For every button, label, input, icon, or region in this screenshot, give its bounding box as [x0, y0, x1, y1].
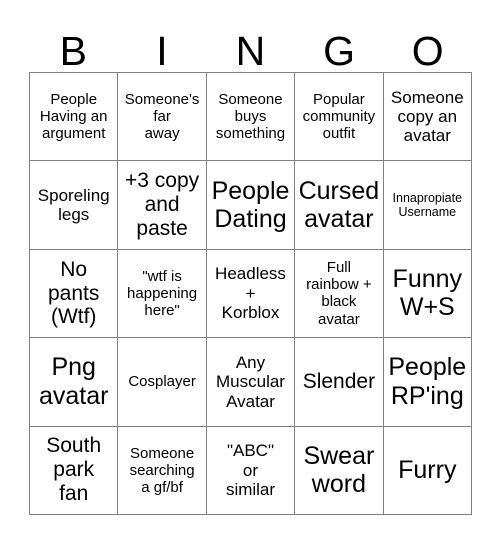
bingo-cell-r5c2[interactable]: Someone searching a gf/bf [118, 426, 207, 515]
bingo-cell-label: Sporeling legs [37, 185, 110, 225]
bingo-cell-r5c1[interactable]: South park fan [30, 426, 119, 515]
bingo-cell-r4c1[interactable]: Png avatar [30, 338, 119, 427]
bingo-header-letter-n: N [235, 28, 266, 74]
bingo-cell-r1c5[interactable]: Someone copy an avatar [383, 73, 472, 162]
bingo-cell-label: Png avatar [38, 353, 109, 410]
bingo-cell-r3c2[interactable]: "wtf is happening here" [118, 249, 207, 339]
bingo-cell-r2c2[interactable]: +3 copy and paste [118, 161, 207, 250]
bingo-cell-label: Swear word [303, 441, 375, 499]
bingo-cell-label: People Having an argument [39, 91, 108, 143]
bingo-cell-label: Someone buys something [215, 91, 286, 143]
bingo-cell-r1c2[interactable]: Someone's far away [118, 73, 207, 162]
bingo-cell-r1c3[interactable]: Someone buys something [206, 73, 296, 162]
bingo-cell-r4c2[interactable]: Cosplayer [118, 338, 207, 427]
bingo-cell-r1c1[interactable]: People Having an argument [30, 73, 119, 162]
bingo-cell-r4c5[interactable]: People RP'ing [383, 338, 472, 427]
bingo-cell-r5c3[interactable]: "ABC" or similar [206, 426, 296, 515]
bingo-cell-r3c5[interactable]: Funny W+S [383, 249, 472, 339]
bingo-cell-label: Cosplayer [128, 373, 196, 391]
bingo-cell-label: "ABC" or similar [225, 441, 276, 499]
bingo-cell-label: South park fan [46, 434, 102, 506]
bingo-cell-r2c5[interactable]: Innapropiate Username [383, 161, 472, 250]
bingo-header: B I N G O [29, 14, 472, 72]
bingo-cell-label: Innapropiate Username [392, 190, 463, 220]
bingo-cell-r3c4[interactable]: Full rainbow + black avatar [295, 249, 384, 339]
bingo-cell-label: +3 copy and paste [125, 169, 200, 241]
bingo-cell-label: Furry [398, 456, 457, 485]
bingo-grid: People Having an argument Someone's far a… [29, 72, 472, 515]
bingo-cell-label: Someone's far away [124, 91, 200, 143]
bingo-cell-label: Someone searching a gf/bf [129, 444, 195, 496]
bingo-cell-r3c3[interactable]: Headless + Korblox [206, 249, 296, 339]
bingo-cell-label: Funny W+S [392, 264, 463, 322]
bingo-card: B I N G O People Having an argument Someo… [0, 0, 500, 544]
bingo-cell-r1c4[interactable]: Popular community outfit [295, 73, 384, 162]
bingo-header-letter-g: G [323, 28, 356, 74]
bingo-cell-label: "wtf is happening here" [127, 267, 198, 320]
bingo-cell-r2c4[interactable]: Cursed avatar [295, 161, 384, 250]
bingo-cell-r4c3[interactable]: Any Muscular Avatar [206, 338, 296, 427]
bingo-cell-label: Cursed avatar [298, 176, 380, 234]
bingo-cell-label: Someone copy an avatar [390, 87, 464, 146]
bingo-header-letter-b: B [59, 28, 87, 74]
bingo-cell-r4c4[interactable]: Slender [295, 338, 384, 427]
bingo-header-letter-o: O [411, 28, 444, 74]
bingo-cell-r5c5[interactable]: Furry [383, 426, 472, 515]
bingo-header-letter-i: I [156, 28, 168, 74]
bingo-cell-r3c1[interactable]: No pants (Wtf) [30, 249, 119, 339]
bingo-cell-label: Full rainbow + black avatar [306, 259, 372, 328]
bingo-cell-label: Slender [302, 369, 376, 393]
bingo-cell-label: People Dating [211, 176, 290, 234]
bingo-cell-r2c3[interactable]: People Dating [206, 161, 296, 250]
bingo-cell-label: Headless + Korblox [215, 264, 286, 323]
bingo-cell-label: Any Muscular Avatar [216, 352, 285, 411]
bingo-cell-r2c1[interactable]: Sporeling legs [30, 161, 119, 250]
bingo-cell-label: No pants (Wtf) [48, 257, 100, 329]
bingo-cell-r5c4[interactable]: Swear word [295, 426, 384, 515]
bingo-cell-label: People RP'ing [388, 353, 467, 410]
bingo-cell-label: Popular community outfit [302, 91, 376, 143]
